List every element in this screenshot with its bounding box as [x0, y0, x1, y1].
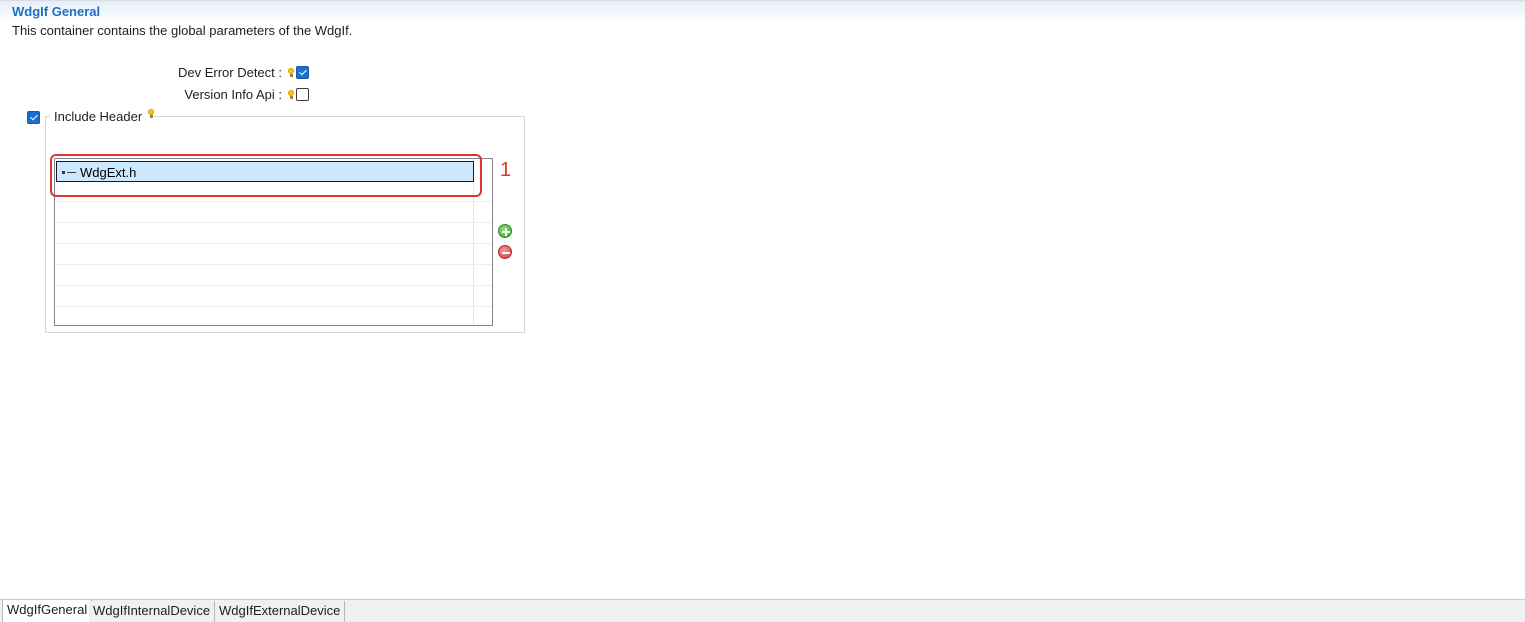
tab-wdgif-internal-device[interactable]: WdgIfInternalDevice [89, 601, 216, 622]
section-title: WdgIf General [12, 4, 101, 19]
annotation-marker: 1 [500, 159, 512, 181]
version-info-api-label: Version Info Api : [184, 87, 282, 102]
section-header: WdgIf General [0, 0, 1525, 23]
annotation-highlight-box [50, 154, 482, 197]
dev-error-detect-checkbox[interactable] [296, 66, 309, 79]
include-header-label: Include Header [54, 109, 143, 124]
add-icon[interactable] [498, 224, 512, 238]
tab-wdgif-general[interactable]: WdgIfGeneral [2, 600, 93, 622]
include-header-checkbox[interactable] [27, 111, 40, 124]
remove-icon[interactable] [498, 245, 512, 259]
dev-error-detect-label: Dev Error Detect : [177, 65, 282, 80]
version-info-api-checkbox[interactable] [296, 88, 309, 101]
lightbulb-icon [288, 90, 294, 99]
lightbulb-icon [288, 68, 294, 77]
lightbulb-icon [148, 109, 154, 118]
tab-strip: WdgIfGeneral WdgIfInternalDevice WdgIfEx… [0, 599, 1525, 622]
section-description: This container contains the global param… [12, 23, 353, 38]
tab-wdgif-external-device[interactable]: WdgIfExternalDevice [215, 601, 346, 622]
